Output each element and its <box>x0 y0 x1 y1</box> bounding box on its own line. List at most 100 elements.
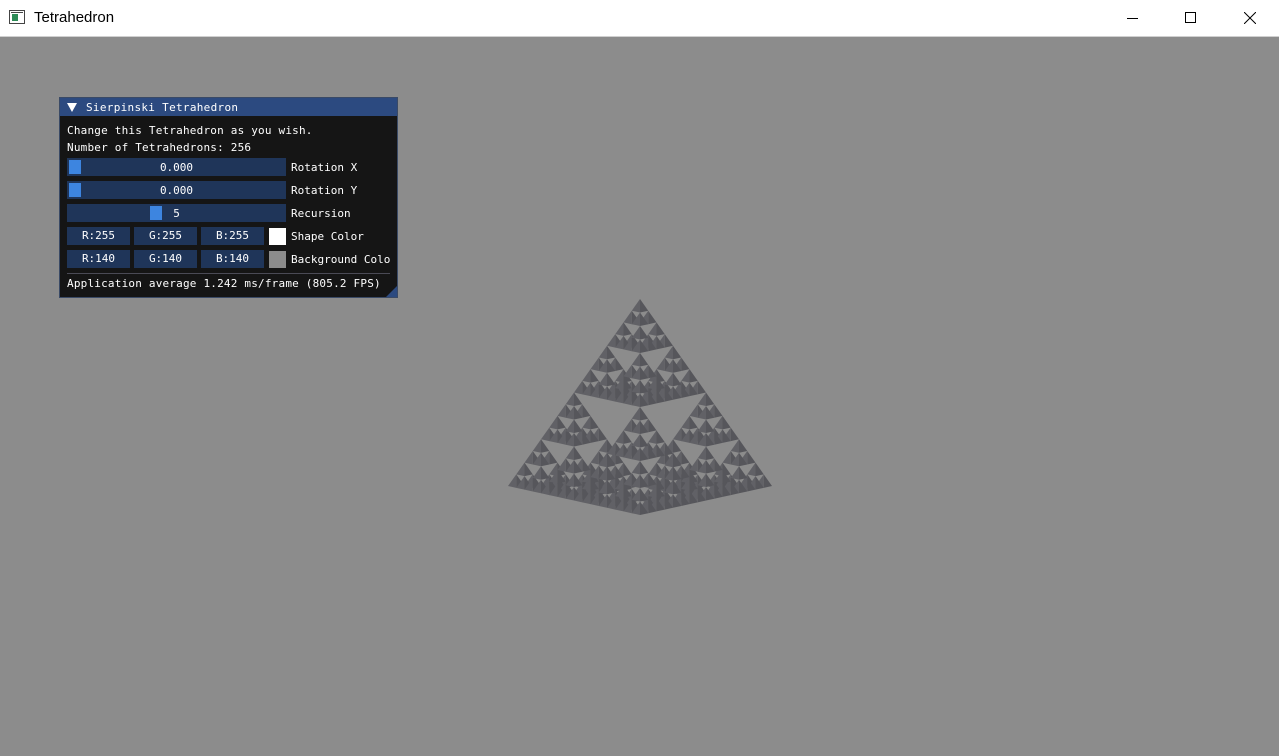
rotation-y-slider[interactable]: 0.000 <box>67 181 286 199</box>
fractal-face <box>689 404 698 418</box>
fractal-face <box>631 434 640 448</box>
fractal-face <box>541 439 550 453</box>
close-button[interactable] <box>1221 0 1279 36</box>
fractal-face <box>648 430 657 444</box>
fractal-face <box>508 474 517 488</box>
fractal-face <box>648 462 657 477</box>
background-color-r-input[interactable]: R:140 <box>67 250 130 268</box>
fractal-face <box>673 345 682 360</box>
fractal-face <box>565 392 574 406</box>
minimize-button[interactable] <box>1104 0 1162 36</box>
recursion-slider[interactable]: 5 <box>67 204 286 222</box>
fractal-face <box>541 466 550 480</box>
fractal-face <box>640 326 649 340</box>
panel-header[interactable]: Sierpinski Tetrahedron <box>60 98 397 116</box>
fractal-face <box>640 461 649 475</box>
tetrahedron-count: Number of Tetrahedrons: 256 <box>67 141 252 154</box>
fractal-face <box>565 446 574 460</box>
fractal-face <box>681 369 690 383</box>
fractal-face <box>574 419 583 433</box>
fractal-face <box>615 357 624 371</box>
app-icon <box>9 10 25 24</box>
fractal-face <box>640 299 649 313</box>
fractal-face <box>524 450 533 465</box>
fractal-face <box>747 462 756 477</box>
fractal-face <box>607 345 616 360</box>
rotation-x-slider[interactable]: 0.000 <box>67 158 286 176</box>
fractal-face <box>739 439 748 453</box>
background-color-g-input[interactable]: G:140 <box>134 250 197 268</box>
shape-color-swatch[interactable] <box>269 228 286 245</box>
fractal-face <box>706 419 715 433</box>
fractal-face <box>730 439 739 453</box>
fractal-face <box>648 322 657 336</box>
fractal-face <box>590 415 599 430</box>
fractal-face <box>557 404 566 418</box>
panel-description: Change this Tetrahedron as you wish. <box>67 124 313 137</box>
fractal-face <box>582 369 591 383</box>
fractal-face <box>697 380 706 395</box>
settings-panel[interactable]: Sierpinski Tetrahedron Change this Tetra… <box>59 97 398 298</box>
fractal-face <box>574 392 583 406</box>
fractal-face <box>623 418 632 433</box>
fractal-face <box>656 357 665 371</box>
fractal-face <box>590 450 599 465</box>
close-icon <box>1244 12 1256 24</box>
fractal-face <box>681 450 690 465</box>
separator <box>67 273 390 274</box>
fractal-face <box>681 415 690 430</box>
fractal-face <box>664 372 673 387</box>
slider-value: 5 <box>173 207 180 220</box>
fractal-face <box>689 415 698 430</box>
fractal-face <box>763 474 772 488</box>
fractal-face <box>656 322 665 336</box>
fractal-face <box>664 345 673 360</box>
fractal-face <box>549 450 558 465</box>
fractal-face <box>590 357 599 371</box>
fractal-face <box>755 462 764 477</box>
fractal-face <box>623 462 632 477</box>
fractal-face <box>607 334 616 348</box>
fractal-face <box>516 462 525 477</box>
fractal-face <box>648 310 657 325</box>
fractal-face <box>607 372 616 387</box>
fps-readout: Application average 1.242 ms/frame (805.… <box>67 277 381 290</box>
shape-color-r-input[interactable]: R:255 <box>67 227 130 245</box>
shape-color-b-input[interactable]: B:255 <box>201 227 264 245</box>
fractal-face <box>640 434 649 448</box>
fractal-face <box>706 392 715 406</box>
fractal-face <box>557 415 566 430</box>
maximize-icon <box>1185 12 1196 23</box>
slider-value: 0.000 <box>159 184 194 197</box>
fractal-face <box>689 369 698 383</box>
resize-grip-icon[interactable] <box>386 286 397 297</box>
fractal-face <box>681 357 690 371</box>
collapse-arrow-icon[interactable] <box>67 102 77 112</box>
fractal-face <box>574 446 583 460</box>
fractal-face <box>722 450 731 465</box>
panel-title: Sierpinski Tetrahedron <box>86 100 239 114</box>
rotation-y-label: Rotation Y <box>291 184 358 197</box>
background-color-b-input[interactable]: B:140 <box>201 250 264 268</box>
background-color-swatch[interactable] <box>269 251 286 268</box>
fractal-face <box>648 418 657 433</box>
fractal-face <box>714 404 723 418</box>
fractal-face <box>623 430 632 444</box>
fractal-face <box>598 439 607 453</box>
fractal-face <box>532 466 541 480</box>
fractal-face <box>640 407 649 421</box>
fractal-face <box>598 345 607 360</box>
fractal-face <box>697 446 706 460</box>
fractal-face <box>706 446 715 460</box>
maximize-button[interactable] <box>1162 0 1220 36</box>
window-title: Tetrahedron <box>34 9 115 26</box>
fractal-face <box>574 380 583 395</box>
fractal-face <box>532 439 541 453</box>
fractal-face <box>714 415 723 430</box>
background-color-label: Background Colo <box>291 253 391 266</box>
shape-color-g-input[interactable]: G:255 <box>134 227 197 245</box>
fractal-face <box>631 326 640 340</box>
fractal-face <box>590 369 599 383</box>
fractal-face <box>623 310 632 325</box>
fractal-face <box>582 404 591 418</box>
